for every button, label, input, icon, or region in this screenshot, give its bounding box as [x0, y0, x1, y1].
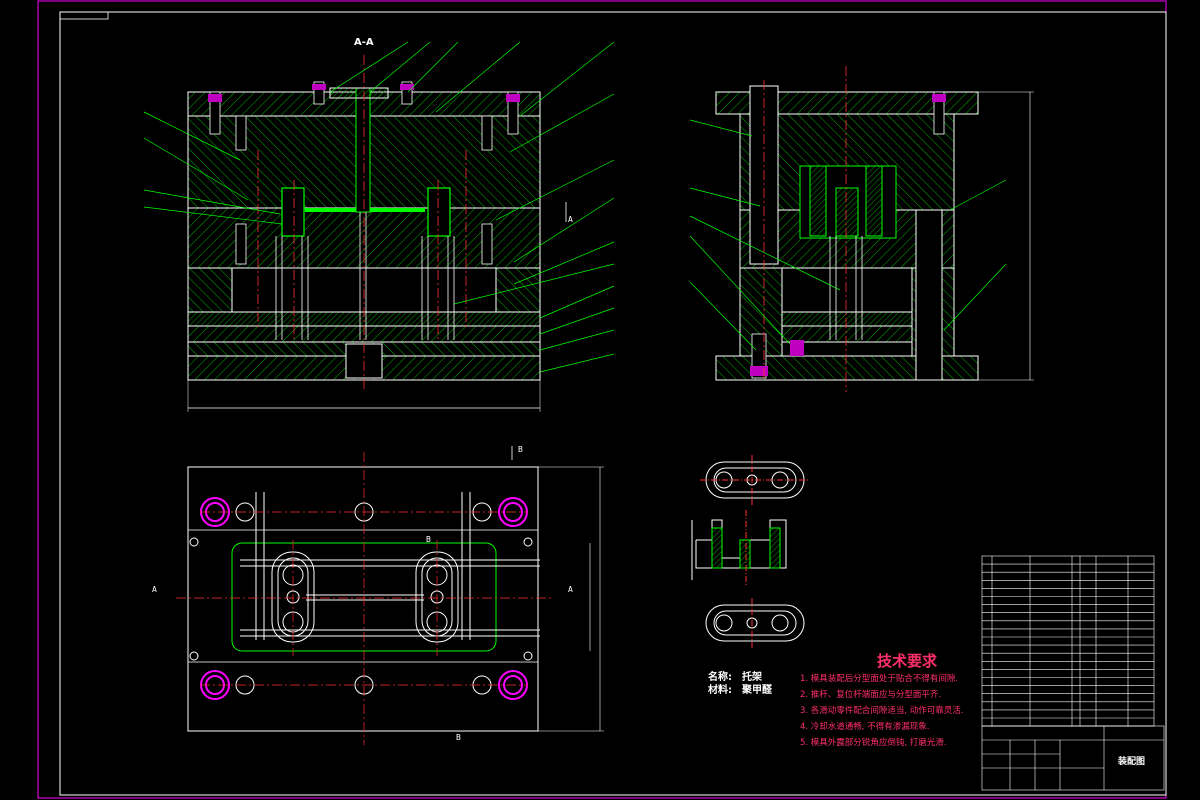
tech-req-line-3: 3. 各滑动零件配合间隙适当, 动作可靠灵活.: [800, 705, 963, 716]
return-pin: [915, 209, 943, 381]
sheet-corner-box: [59, 11, 109, 20]
side-ejector-retainer: [781, 311, 913, 327]
tech-req-line-5: 5. 模具外露部分锐角应倒钝, 打磨光滑.: [800, 737, 946, 748]
side-section-view: [715, 66, 1034, 392]
tech-req-line-1: 1. 模具装配后分型面处于贴合不得有间隙.: [800, 673, 958, 684]
core-insert-left: [281, 187, 305, 237]
technical-requirements: 技术要求 1. 模具装配后分型面处于贴合不得有间隙. 2. 推杆、复位杆端面应与…: [800, 652, 963, 748]
core-insert-right: [427, 187, 451, 237]
parts-list: [981, 555, 1155, 727]
section-mark-b-inner: B: [426, 535, 431, 544]
front-section-view: A-A A: [187, 37, 573, 412]
plan-view: B B A A B: [152, 445, 604, 745]
section-mark-b-bottom: B: [456, 733, 461, 742]
title-block-name: 装配图: [1117, 755, 1145, 767]
plan-screw-holes: [189, 502, 533, 695]
section-mark-b-top: B: [518, 445, 523, 454]
tech-req-line-4: 4. 冷却水道通畅, 不得有渗漏现象.: [800, 721, 929, 732]
sprue-bushing: [355, 87, 371, 213]
assembly-drawing: A-A A B B A A B 名称: 托架 材料: 聚甲醛 技术要求 1. 模…: [37, 0, 1167, 799]
tech-req-line-2: 2. 推杆、复位杆端面应与分型面平齐.: [800, 689, 941, 700]
plan-outline: [187, 466, 539, 732]
part-detail-views: [691, 455, 810, 648]
section-label-aa: A-A: [354, 37, 374, 48]
section-mark-a-right: A: [568, 585, 573, 594]
part-name: 托架: [742, 670, 762, 683]
material-label: 材料:: [708, 683, 732, 696]
side-ejector-plate: [781, 325, 913, 343]
section-mark-a-left: A: [152, 585, 157, 594]
plan-parts: [240, 492, 540, 643]
spacer-block-left: [187, 267, 233, 313]
spacer-block-right: [495, 267, 541, 313]
tech-req-title: 技术要求: [877, 652, 938, 670]
locating-ring: [329, 87, 389, 99]
material-value: 聚甲醛: [741, 683, 773, 696]
part-name-label: 名称:: [708, 670, 732, 683]
section-mark-a-front: A: [568, 215, 573, 224]
